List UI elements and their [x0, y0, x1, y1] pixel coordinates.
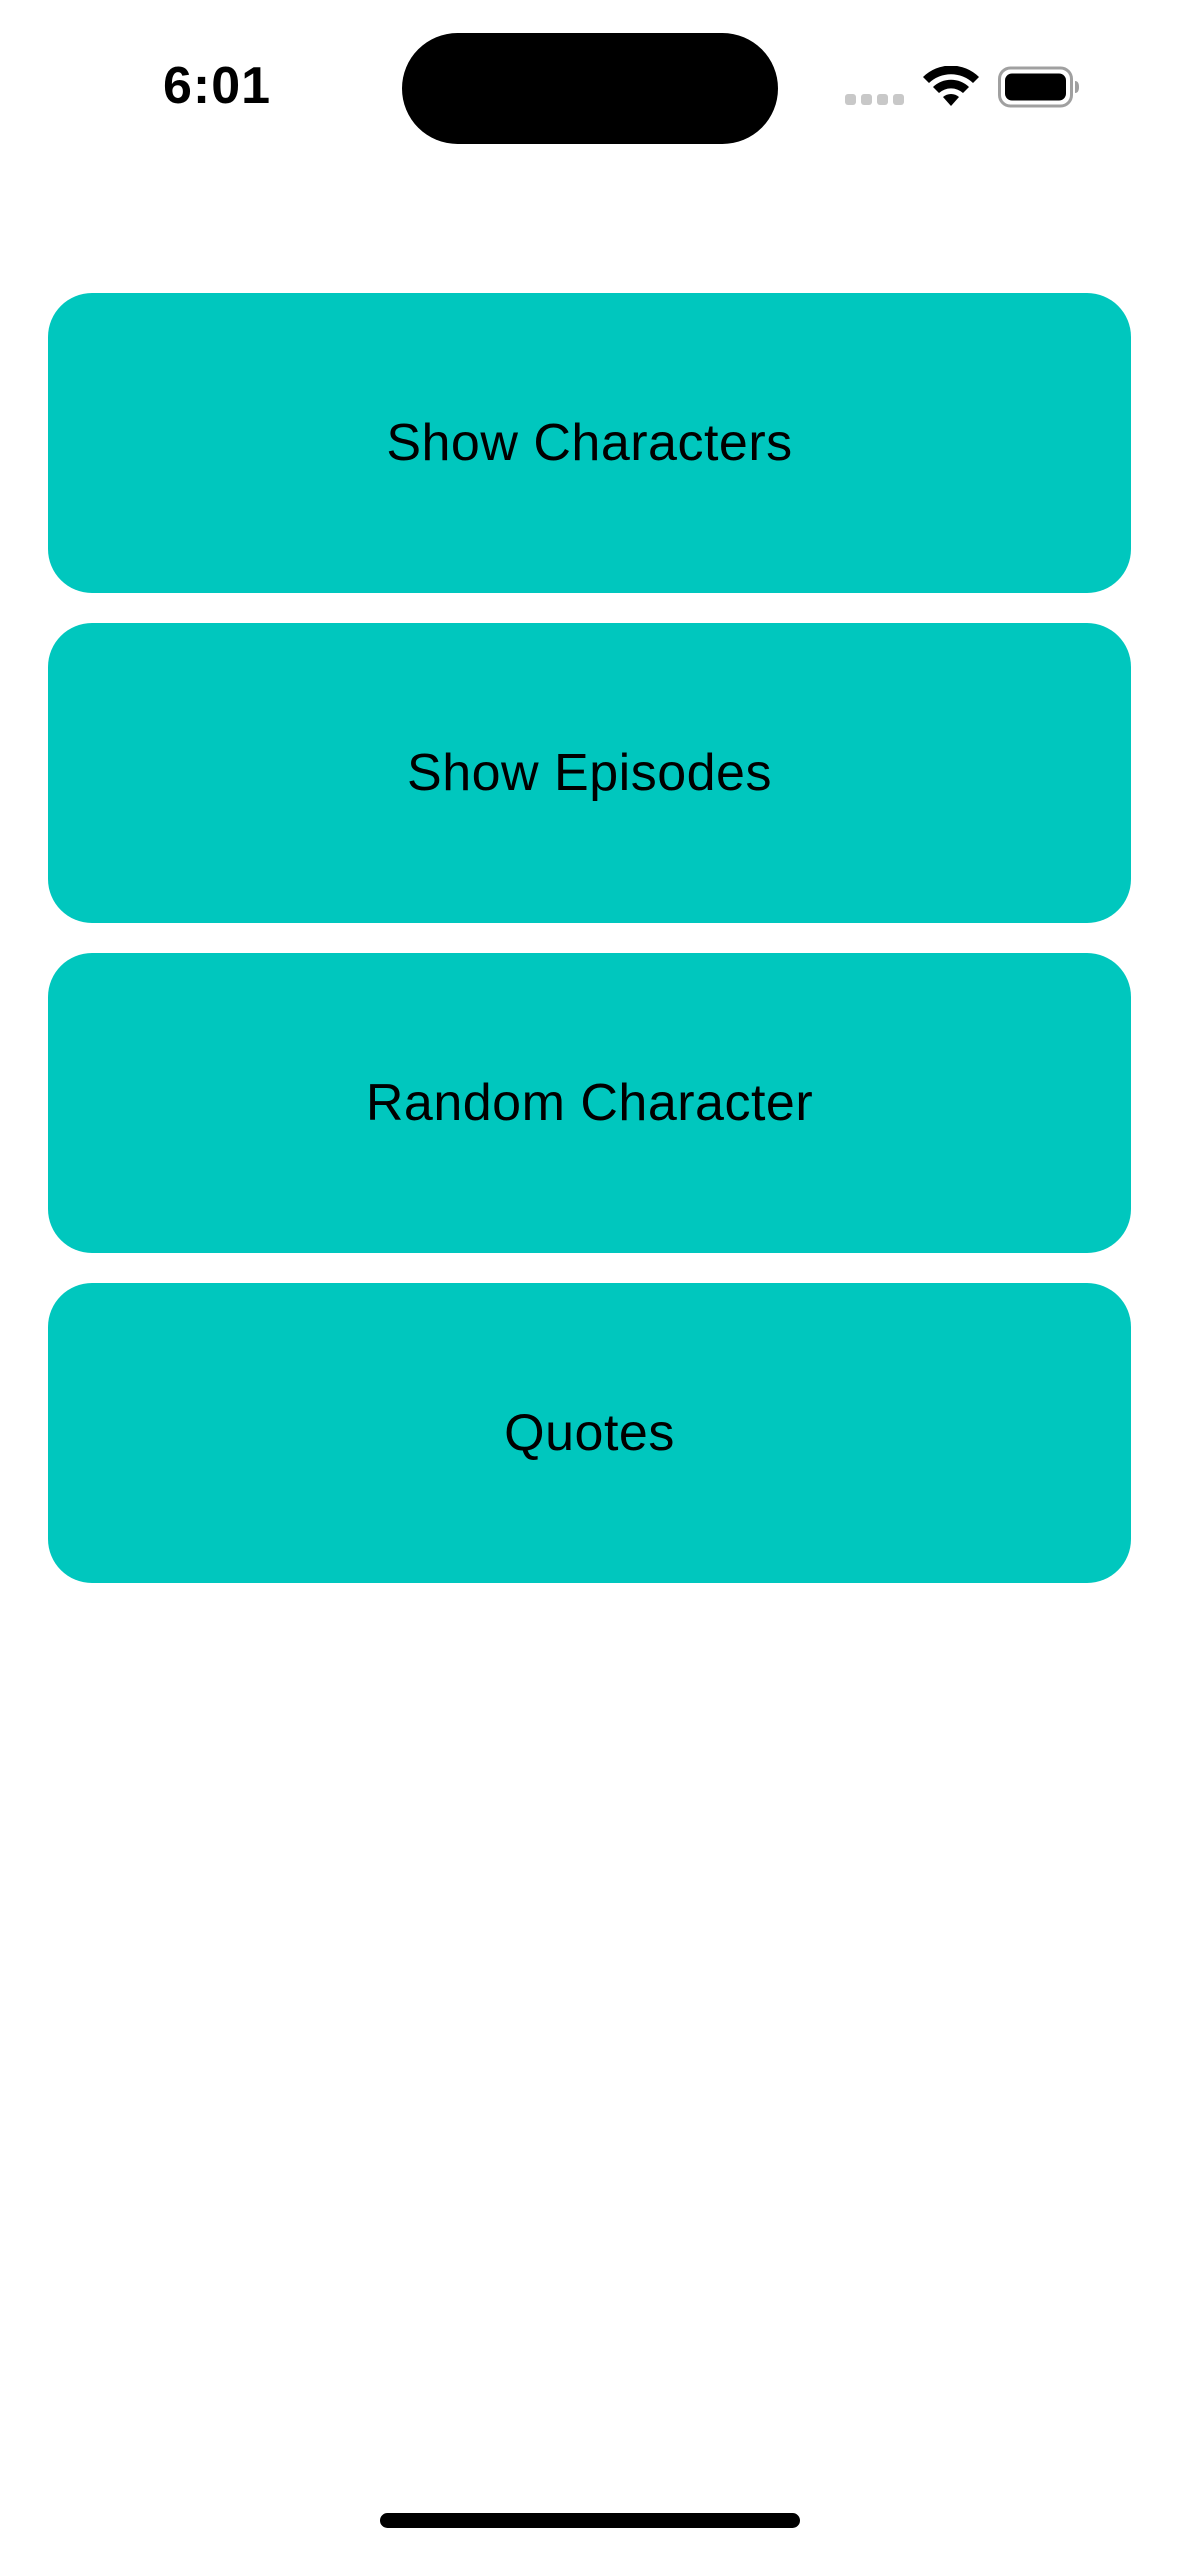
- show-characters-label: Show Characters: [386, 414, 793, 472]
- dynamic-island: [402, 33, 778, 144]
- quotes-label: Quotes: [504, 1404, 675, 1462]
- main-menu: Show Characters Show Episodes Random Cha…: [48, 293, 1131, 1613]
- battery-icon: [998, 66, 1079, 108]
- signal-icon: [845, 94, 905, 108]
- wifi-icon: [923, 66, 979, 106]
- show-episodes-button[interactable]: Show Episodes: [48, 623, 1131, 923]
- status-bar: 6:01: [0, 0, 1179, 150]
- app-screen: 6:01 Show Characters Show Episodes Rando…: [0, 0, 1179, 2556]
- show-episodes-label: Show Episodes: [407, 744, 772, 802]
- quotes-button[interactable]: Quotes: [48, 1283, 1131, 1583]
- random-character-button[interactable]: Random Character: [48, 953, 1131, 1253]
- status-time: 6:01: [163, 57, 272, 115]
- show-characters-button[interactable]: Show Characters: [48, 293, 1131, 593]
- random-character-label: Random Character: [365, 1074, 814, 1132]
- home-indicator[interactable]: [380, 2513, 800, 2528]
